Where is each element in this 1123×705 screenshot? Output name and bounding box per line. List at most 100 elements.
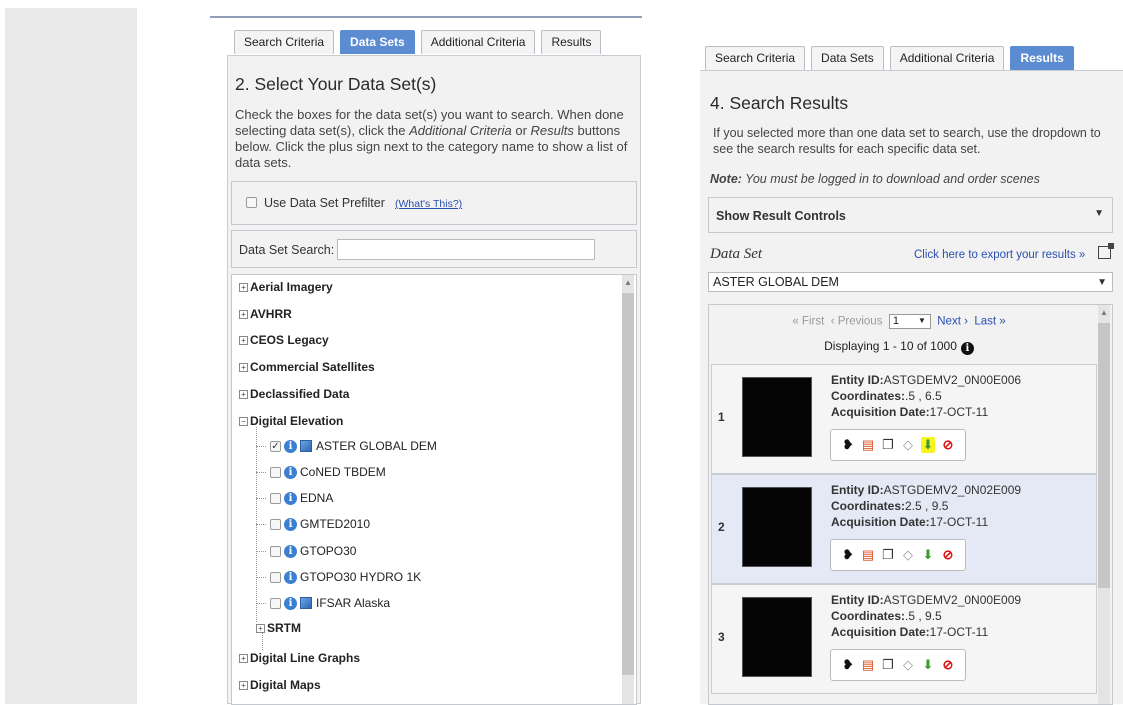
dataset-gtopo30-hydro-1k[interactable]: i GTOPO30 HYDRO 1K [256,570,421,584]
p2-tab-data-sets[interactable]: Data Sets [811,46,884,70]
browse-overlay-icon[interactable]: ❐ [881,437,895,453]
category-label: Digital Maps [250,678,321,692]
dataset-checkbox[interactable] [270,571,281,583]
dataset-gtopo30[interactable]: i GTOPO30 [256,544,356,558]
browse-overlay-icon[interactable]: ❐ [881,547,895,563]
map-layer-icon[interactable] [300,440,312,452]
dataset-search-input[interactable] [337,239,595,260]
info-icon[interactable]: i [284,491,297,505]
footprint-icon[interactable]: ❥ [841,437,855,453]
result-thumbnail[interactable] [742,597,812,677]
result-controls-toggle[interactable]: Show Result Controls ▼ [708,197,1113,233]
download-icon[interactable]: ⬇ [921,547,935,563]
info-icon[interactable]: i [960,342,974,355]
p2-tab-search-criteria[interactable]: Search Criteria [705,46,806,70]
footprint-icon[interactable]: ❥ [841,547,855,563]
exclude-icon[interactable]: ⊘ [941,657,955,673]
p2-tab-additional-criteria[interactable]: Additional Criteria [889,46,1005,70]
subcategory-srtm[interactable]: + SRTM [256,621,301,635]
result-number: 1 [718,410,725,424]
dropdown-caret-icon: ▼ [1094,208,1104,219]
info-icon[interactable]: i [284,570,297,584]
compare-icon[interactable]: ◇ [901,657,915,673]
category-aerial-imagery[interactable]: + Aerial Imagery [239,280,333,294]
category-digital-maps[interactable]: + Digital Maps [239,678,321,692]
dataset-label: EDNA [300,491,334,505]
result-row[interactable]: 3 Entity ID:ASTGDEMV2_0N00E009 Coordinat… [711,584,1097,694]
page-select[interactable]: 1 ▼ [888,314,931,329]
info-icon[interactable]: i [284,439,297,453]
p1-tab-data-sets[interactable]: Data Sets [340,30,415,54]
result-thumbnail[interactable] [742,487,812,567]
download-icon[interactable]: ⬇ [921,657,935,673]
footprint-icon[interactable]: ❥ [841,657,855,673]
dataset-checkbox[interactable] [270,492,281,504]
expand-icon[interactable]: + [239,335,248,345]
exclude-icon[interactable]: ⊘ [941,437,955,453]
dataset-edna[interactable]: i EDNA [256,491,333,505]
p1-tab-results[interactable]: Results [541,30,602,54]
prefilter-checkbox[interactable] [246,197,257,208]
pager-next[interactable]: Next › [937,316,968,328]
category-digital-line-graphs[interactable]: + Digital Line Graphs [239,651,360,665]
pager-previous[interactable]: ‹ Previous [831,316,883,328]
scrollbar-thumb[interactable] [1098,323,1110,588]
info-icon[interactable]: i [284,465,297,479]
expand-icon[interactable]: + [239,389,248,399]
compare-icon[interactable]: ◇ [901,547,915,563]
dataset-checkbox[interactable] [270,597,281,609]
entity-id: ASTGDEMV2_0N02E009 [883,483,1022,497]
metadata-icon[interactable]: ▤ [861,547,875,563]
expand-icon[interactable]: + [239,680,248,690]
dataset-gmted2010[interactable]: i GMTED2010 [256,517,370,531]
expand-icon[interactable]: + [239,653,248,663]
category-digital-elevation[interactable]: − Digital Elevation [239,414,343,428]
category-ceos-legacy[interactable]: + CEOS Legacy [239,333,329,347]
pager-first[interactable]: « First [792,316,824,328]
result-thumbnail[interactable] [742,377,812,457]
scroll-up-icon[interactable]: ▲ [1098,308,1110,317]
category-declassified-data[interactable]: + Declassified Data [239,387,349,401]
result-row[interactable]: 1 Entity ID:ASTGDEMV2_0N00E006 Coordinat… [711,364,1097,474]
p1-tab-search-criteria[interactable]: Search Criteria [234,30,335,54]
metadata-icon[interactable]: ▤ [861,437,875,453]
metadata-icon[interactable]: ▤ [861,657,875,673]
export-results-link[interactable]: Click here to export your results » [914,249,1085,261]
collapse-icon[interactable]: − [239,416,248,426]
info-icon[interactable]: i [284,544,297,558]
pager-last[interactable]: Last » [974,316,1005,328]
p2-tab-results[interactable]: Results [1010,46,1074,70]
expand-icon[interactable]: + [239,309,248,319]
category-avhrr[interactable]: + AVHRR [239,307,292,321]
p1-tab-additional-criteria[interactable]: Additional Criteria [420,30,536,54]
download-icon[interactable]: ⬇ [921,437,935,453]
info-icon[interactable]: i [284,517,297,531]
result-row[interactable]: 2 Entity ID:ASTGDEMV2_0N02E009 Coordinat… [711,474,1097,584]
map-layer-icon[interactable] [300,597,312,609]
dataset-checkbox[interactable] [270,466,281,478]
results-scrollbar[interactable]: ▲ [1098,305,1110,704]
tree-connector [256,523,266,525]
expand-icon[interactable]: + [239,282,248,292]
dataset-ifsar-alaska[interactable]: i IFSAR Alaska [256,596,390,610]
info-icon[interactable]: i [284,596,297,610]
category-commercial-satellites[interactable]: + Commercial Satellites [239,360,375,374]
expand-icon[interactable]: + [256,623,265,633]
browse-overlay-icon[interactable]: ❐ [881,657,895,673]
dataset-checkbox[interactable]: ✓ [270,440,281,452]
compare-icon[interactable]: ◇ [901,437,915,453]
external-link-icon[interactable] [1098,243,1114,259]
whats-this-link[interactable]: (What's This?) [395,198,462,210]
entity-label: Entity ID: [831,483,884,497]
expand-icon[interactable]: + [239,362,248,372]
coord-label: Coordinates: [831,389,906,403]
scroll-up-icon[interactable]: ▲ [622,278,634,287]
scrollbar-thumb[interactable] [622,293,634,675]
dataset-checkbox[interactable] [270,518,281,530]
dataset-aster-global-dem[interactable]: ✓ i ASTER GLOBAL DEM [256,439,437,453]
dataset-coned-tbdem[interactable]: i CoNED TBDEM [256,465,386,479]
tree-scrollbar[interactable]: ▲ [622,275,634,704]
dataset-select[interactable]: ASTER GLOBAL DEM ▼ [708,272,1113,292]
dataset-checkbox[interactable] [270,545,281,557]
exclude-icon[interactable]: ⊘ [941,547,955,563]
